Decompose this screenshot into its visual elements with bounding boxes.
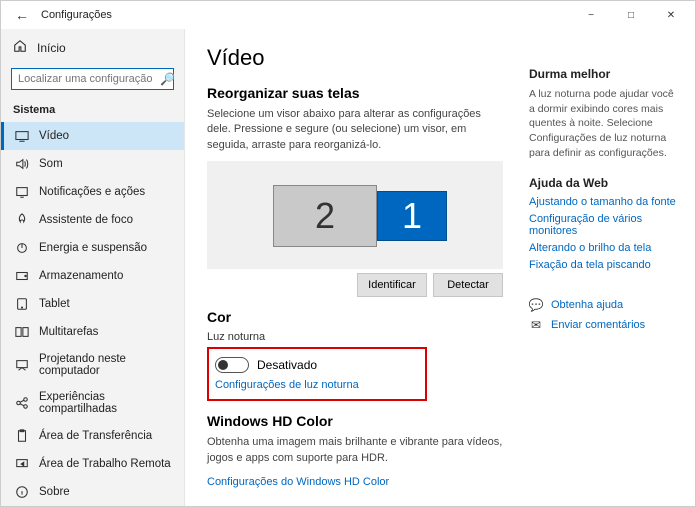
- sidebar-item-label: Energia e suspensão: [39, 242, 147, 254]
- sidebar-item-power[interactable]: Energia e suspensão: [1, 234, 184, 262]
- storage-icon: [15, 269, 29, 283]
- display-arrangement-box[interactable]: 2 1: [207, 161, 503, 269]
- sidebar-item-label: Área de Transferência: [39, 430, 152, 442]
- share-icon: [15, 396, 29, 410]
- sidebar-item-label: Tablet: [39, 298, 70, 310]
- nightlight-settings-link[interactable]: Configurações de luz noturna: [215, 379, 359, 391]
- nightlight-toggle[interactable]: [215, 357, 249, 373]
- sidebar-item-shared-experiences[interactable]: Experiências compartilhadas: [1, 384, 184, 422]
- sidebar-item-label: Notificações e ações: [39, 186, 145, 198]
- remote-icon: [15, 457, 29, 471]
- sidebar-item-label: Vídeo: [39, 130, 69, 142]
- sound-icon: [15, 157, 29, 171]
- help-icon: 💬: [529, 298, 543, 312]
- search-icon: 🔍: [160, 72, 175, 86]
- sidebar-item-clipboard[interactable]: Área de Transferência: [1, 422, 184, 450]
- home-label: Início: [37, 41, 66, 55]
- sidebar-item-remote-desktop[interactable]: Área de Trabalho Remota: [1, 450, 184, 478]
- nightlight-label: Luz noturna: [207, 331, 503, 343]
- webhelp-link-font-size[interactable]: Ajustando o tamanho da fonte: [529, 196, 681, 208]
- multitask-icon: [15, 325, 29, 339]
- monitor-1[interactable]: 1: [377, 191, 447, 241]
- sidebar-item-about[interactable]: Sobre: [1, 478, 184, 506]
- sleep-better-description: A luz noturna pode ajudar você a dormir …: [529, 87, 681, 160]
- sidebar-item-video[interactable]: Vídeo: [1, 122, 184, 150]
- sidebar-item-multitasking[interactable]: Multitarefas: [1, 318, 184, 346]
- hdcolor-settings-link[interactable]: Configurações do Windows HD Color: [207, 476, 389, 488]
- sidebar-item-label: Multitarefas: [39, 326, 98, 338]
- sidebar-item-sound[interactable]: Som: [1, 150, 184, 178]
- power-icon: [15, 241, 29, 255]
- sidebar-item-focus-assist[interactable]: Assistente de foco: [1, 206, 184, 234]
- webhelp-link-multi-monitor[interactable]: Configuração de vários monitores: [529, 213, 681, 237]
- nightlight-state: Desativado: [257, 358, 317, 372]
- sleep-better-heading: Durma melhor: [529, 67, 681, 81]
- search-input[interactable]: [18, 73, 160, 85]
- sidebar-section-label: Sistema: [1, 100, 184, 122]
- clipboard-icon: [15, 429, 29, 443]
- home-button[interactable]: Início: [1, 33, 184, 62]
- feedback-icon: ✉: [529, 318, 543, 332]
- tablet-icon: [15, 297, 29, 311]
- sidebar-item-label: Assistente de foco: [39, 214, 133, 226]
- page-title: Vídeo: [207, 45, 503, 71]
- close-button[interactable]: ✕: [651, 1, 691, 29]
- focus-icon: [15, 213, 29, 227]
- sidebar-item-label: Armazenamento: [39, 270, 123, 282]
- sidebar-item-label: Experiências compartilhadas: [39, 391, 172, 415]
- search-input-wrapper[interactable]: 🔍: [11, 68, 174, 90]
- hdcolor-heading: Windows HD Color: [207, 413, 503, 429]
- webhelp-heading: Ajuda da Web: [529, 176, 681, 190]
- minimize-button[interactable]: −: [571, 1, 611, 29]
- display-icon: [15, 129, 29, 143]
- hdcolor-description: Obtenha uma imagem mais brilhante e vibr…: [207, 435, 503, 466]
- webhelp-link-brightness[interactable]: Alterando o brilho da tela: [529, 242, 681, 254]
- feedback-link[interactable]: ✉ Enviar comentários: [529, 318, 681, 332]
- color-heading: Cor: [207, 309, 503, 325]
- sidebar-item-tablet[interactable]: Tablet: [1, 290, 184, 318]
- webhelp-link-flicker[interactable]: Fixação da tela piscando: [529, 259, 681, 271]
- get-help-label: Obtenha ajuda: [551, 299, 623, 311]
- window-title: Configurações: [41, 9, 112, 21]
- feedback-label: Enviar comentários: [551, 319, 645, 331]
- home-icon: [13, 39, 27, 56]
- sidebar-item-label: Área de Trabalho Remota: [39, 458, 171, 470]
- sidebar-item-label: Projetando neste computador: [39, 353, 172, 377]
- back-button[interactable]: ←: [15, 7, 29, 23]
- get-help-link[interactable]: 💬 Obtenha ajuda: [529, 298, 681, 312]
- identify-button[interactable]: Identificar: [357, 273, 427, 297]
- sidebar-item-notifications[interactable]: Notificações e ações: [1, 178, 184, 206]
- notifications-icon: [15, 185, 29, 199]
- rearrange-heading: Reorganizar suas telas: [207, 85, 503, 101]
- sidebar-item-label: Sobre: [39, 486, 70, 498]
- monitor-2[interactable]: 2: [273, 185, 377, 247]
- project-icon: [15, 358, 29, 372]
- sidebar-item-label: Som: [39, 158, 63, 170]
- sidebar-item-storage[interactable]: Armazenamento: [1, 262, 184, 290]
- detect-button[interactable]: Detectar: [433, 273, 503, 297]
- info-icon: [15, 485, 29, 499]
- sidebar-item-projecting[interactable]: Projetando neste computador: [1, 346, 184, 384]
- nightlight-highlight: Desativado Configurações de luz noturna: [207, 347, 427, 401]
- maximize-button[interactable]: □: [611, 1, 651, 29]
- rearrange-description: Selecione um visor abaixo para alterar a…: [207, 107, 503, 153]
